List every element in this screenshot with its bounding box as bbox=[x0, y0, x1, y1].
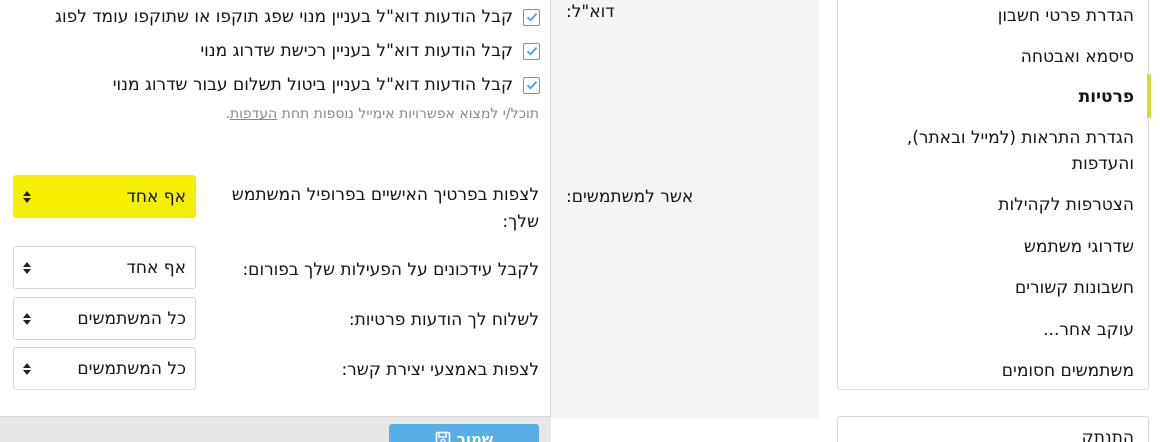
sidebar-item-blocked-users[interactable]: משתמשים חסומים bbox=[1002, 358, 1134, 384]
checkbox-label: קבל הודעות דוא"ל בעניין רכישת שדרוג מנוי bbox=[200, 41, 513, 61]
pref-label-line: שלך: bbox=[502, 212, 539, 232]
sidebar-item-communities[interactable]: הצטרפות לקהילות bbox=[998, 192, 1134, 218]
email-section-label: דוא"ל: bbox=[566, 2, 615, 22]
select-value: אף אחד bbox=[126, 257, 186, 278]
pref-label-contact: לצפות באמצעי יצירת קשר: bbox=[341, 357, 539, 384]
logout-link[interactable]: התנתק bbox=[1082, 425, 1134, 442]
sidebar-item-notifications-line2[interactable]: והעדפות bbox=[1072, 151, 1134, 177]
checkmark-icon bbox=[526, 47, 537, 56]
sidebar-item-password-security[interactable]: סיסמא ואבטחה bbox=[1021, 44, 1134, 70]
email-options-hint: תוכל/י למצוא אפשרויות אימייל נוספות תחת … bbox=[225, 106, 539, 122]
sidebar-item-linked-accounts[interactable]: חשבונות קשורים bbox=[1015, 275, 1134, 301]
users-section-label: אשר למשתמשים: bbox=[566, 187, 694, 207]
checkbox[interactable] bbox=[523, 8, 540, 26]
private-messages-select[interactable]: כל המשתמשים bbox=[13, 297, 196, 340]
checkbox[interactable] bbox=[523, 42, 540, 60]
checkmark-icon bbox=[526, 13, 537, 22]
sidebar-item-privacy[interactable]: פרטיות bbox=[1079, 84, 1134, 110]
checkbox-row-expiring[interactable]: קבל הודעות דוא"ל בעניין מנוי שפג תוקפו א… bbox=[55, 5, 540, 29]
sidebar-item-account-details[interactable]: הגדרת פרטי חשבון bbox=[998, 3, 1134, 29]
select-value: אף אחד bbox=[126, 186, 186, 207]
sidebar-item-upgrades[interactable]: שדרוגי משתמש bbox=[1024, 234, 1134, 260]
sidebar-item-following[interactable]: עוקב אחר... bbox=[1043, 317, 1134, 343]
active-item-indicator bbox=[1147, 74, 1151, 118]
checkbox-label: קבל הודעות דוא"ל בעניין ביטול תשלום עבור… bbox=[112, 75, 513, 95]
account-sidebar: הגדרת פרטי חשבון סיסמא ואבטחה פרטיות הגד… bbox=[837, 0, 1151, 390]
pref-label-private-messages: לשלוח לך הודעות פרטיות: bbox=[349, 307, 539, 334]
select-value: כל המשתמשים bbox=[77, 358, 186, 379]
activity-updates-select[interactable]: אף אחד bbox=[13, 246, 196, 289]
pref-label-line: לצפות בפרטיך האישיים בפרופיל המשתמש bbox=[231, 185, 539, 205]
checkbox-row-upgrade-purchase[interactable]: קבל הודעות דוא"ל בעניין רכישת שדרוג מנוי bbox=[200, 39, 540, 63]
sidebar-item-notifications[interactable]: הגדרת התראות (למייל ובאתר), bbox=[907, 125, 1134, 151]
pref-label-activity: לקבל עידכונים על הפעילות שלך בפורום: bbox=[242, 257, 539, 284]
pref-label-line: לצפות באמצעי יצירת קשר: bbox=[341, 360, 539, 380]
checkmark-icon bbox=[526, 81, 537, 90]
checkbox-label: קבל הודעות דוא"ל בעניין מנוי שפג תוקפו א… bbox=[54, 7, 513, 27]
save-button[interactable]: שמור bbox=[389, 424, 539, 442]
checkbox-row-payment-cancel[interactable]: קבל הודעות דוא"ל בעניין ביטול תשלום עבור… bbox=[113, 73, 540, 97]
select-arrows-icon bbox=[23, 362, 31, 375]
section-labels-column bbox=[551, 0, 819, 418]
contact-info-select[interactable]: כל המשתמשים bbox=[13, 347, 196, 390]
select-arrows-icon bbox=[23, 190, 31, 203]
hint-text: תוכל/י למצוא אפשרויות אימייל נוספות תחת bbox=[277, 106, 539, 122]
pref-label-line: לקבל עידכונים על הפעילות שלך בפורום: bbox=[242, 260, 539, 280]
logout-panel: התנתק bbox=[837, 416, 1149, 442]
profile-visibility-select[interactable]: אף אחד bbox=[13, 175, 196, 218]
save-label: שמור bbox=[456, 430, 494, 442]
select-arrows-icon bbox=[23, 261, 31, 274]
pref-label-line: לשלוח לך הודעות פרטיות: bbox=[348, 310, 539, 330]
column-divider bbox=[550, 0, 551, 418]
select-value: כל המשתמשים bbox=[77, 308, 186, 329]
floppy-disk-icon bbox=[435, 431, 451, 442]
pref-label-profile: לצפות בפרטיך האישיים בפרופיל המשתמש שלך: bbox=[232, 182, 539, 236]
select-arrows-icon bbox=[23, 312, 31, 325]
checkbox[interactable] bbox=[523, 76, 540, 94]
preferences-link[interactable]: העדפות bbox=[230, 106, 277, 122]
